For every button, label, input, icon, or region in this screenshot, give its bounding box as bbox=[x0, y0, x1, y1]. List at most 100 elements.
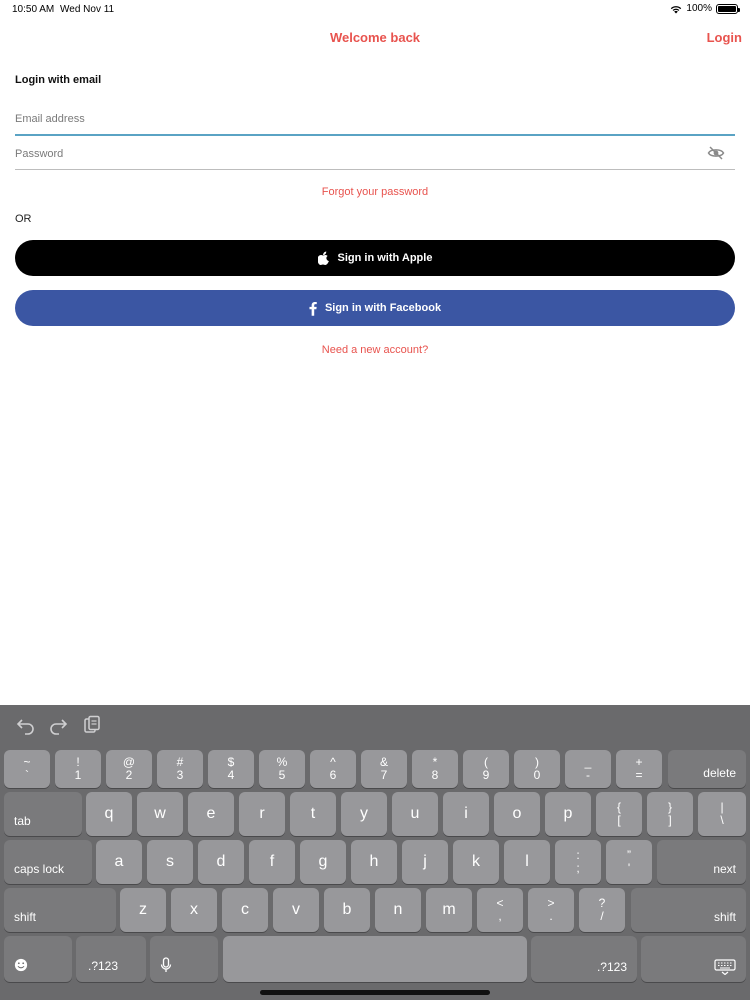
key-period[interactable]: >. bbox=[528, 888, 574, 932]
key-r[interactable]: r bbox=[239, 792, 285, 836]
right-shift-key[interactable]: shift bbox=[631, 888, 746, 932]
key-k[interactable]: k bbox=[453, 840, 499, 884]
key-quote[interactable]: ” ' bbox=[606, 840, 652, 884]
new-account-link[interactable]: Need a new account? bbox=[0, 344, 750, 356]
key-n[interactable]: n bbox=[375, 888, 421, 932]
sign-in-facebook-button[interactable]: Sign in with Facebook bbox=[15, 290, 735, 326]
left-shift-key[interactable]: shift bbox=[4, 888, 116, 932]
key-7[interactable]: & 7 bbox=[361, 750, 407, 788]
key-label: 8 bbox=[431, 768, 439, 782]
key-minus[interactable]: _ - bbox=[565, 750, 611, 788]
key-z[interactable]: z bbox=[120, 888, 166, 932]
key-4[interactable]: $4 bbox=[208, 750, 254, 788]
emoji-key[interactable] bbox=[4, 936, 72, 982]
key-label: n bbox=[393, 901, 403, 918]
key-9[interactable]: (9 bbox=[463, 750, 509, 788]
sign-in-apple-button[interactable]: Sign in with Apple bbox=[15, 240, 735, 276]
key-1[interactable]: ! 1 bbox=[55, 750, 101, 788]
key-label: z bbox=[139, 901, 147, 918]
login-button[interactable]: Login bbox=[707, 30, 742, 45]
key-label: j bbox=[423, 853, 427, 870]
key-5[interactable]: % 5 bbox=[259, 750, 305, 788]
key-slash[interactable]: ? / bbox=[579, 888, 625, 932]
key-v[interactable]: v bbox=[273, 888, 319, 932]
space-bar[interactable] bbox=[223, 936, 527, 982]
caps-lock-key[interactable]: caps lock bbox=[4, 840, 92, 884]
key-g[interactable]: g bbox=[300, 840, 346, 884]
key-label: d bbox=[216, 853, 226, 870]
key-label: p bbox=[563, 805, 573, 822]
tab-key[interactable]: tab bbox=[4, 792, 82, 836]
key-m[interactable]: m bbox=[426, 888, 472, 932]
status-date: Wed Nov 11 bbox=[60, 4, 115, 15]
key-u[interactable]: u bbox=[392, 792, 438, 836]
key-o[interactable]: o bbox=[494, 792, 540, 836]
numbers-key-right[interactable]: .?123 bbox=[531, 936, 637, 982]
numbers-key-left[interactable]: .?123 bbox=[76, 936, 146, 982]
forgot-password-link[interactable]: Forgot your password bbox=[0, 186, 750, 198]
key-label: a bbox=[114, 853, 124, 870]
shift-key-label: shift bbox=[14, 910, 37, 924]
key-f[interactable]: f bbox=[249, 840, 295, 884]
dictation-key[interactable] bbox=[150, 936, 218, 982]
key-2[interactable]: @2 bbox=[106, 750, 152, 788]
key-a[interactable]: a bbox=[96, 840, 142, 884]
tab-key-label: tab bbox=[14, 814, 31, 828]
key-comma[interactable]: <, bbox=[477, 888, 523, 932]
section-title: Login with email bbox=[15, 74, 102, 86]
key-d[interactable]: d bbox=[198, 840, 244, 884]
key-left-bracket[interactable]: {[ bbox=[596, 792, 642, 836]
key-label: , bbox=[498, 909, 502, 923]
key-l[interactable]: l bbox=[504, 840, 550, 884]
key-label: b bbox=[342, 901, 352, 918]
key-right-bracket[interactable]: }] bbox=[647, 792, 693, 836]
key-backslash[interactable]: | \ bbox=[698, 792, 746, 836]
key-c[interactable]: c bbox=[222, 888, 268, 932]
key-label: c bbox=[241, 901, 249, 918]
key-i[interactable]: i bbox=[443, 792, 489, 836]
key-label: s bbox=[166, 853, 174, 870]
key-label: 5 bbox=[278, 768, 286, 782]
key-backtick[interactable]: ~ ` bbox=[4, 750, 50, 788]
key-j[interactable]: j bbox=[402, 840, 448, 884]
wifi-icon bbox=[671, 5, 682, 13]
password-field[interactable] bbox=[15, 138, 735, 169]
key-t[interactable]: t bbox=[290, 792, 336, 836]
on-screen-keyboard: ~ ` ! 1 @2 #3 $4 % 5 ^ 6 & 7 * 8 (9 ) 0 _ - + = d… bbox=[0, 705, 750, 1000]
key-p[interactable]: p bbox=[545, 792, 591, 836]
key-6[interactable]: ^ 6 bbox=[310, 750, 356, 788]
redo-icon[interactable] bbox=[48, 715, 68, 735]
key-w[interactable]: w bbox=[137, 792, 183, 836]
key-label: l bbox=[525, 853, 529, 870]
key-x[interactable]: x bbox=[171, 888, 217, 932]
key-label: q bbox=[104, 805, 114, 822]
key-q[interactable]: q bbox=[86, 792, 132, 836]
key-s[interactable]: s bbox=[147, 840, 193, 884]
hide-password-icon[interactable] bbox=[707, 144, 725, 162]
email-field[interactable] bbox=[15, 104, 735, 134]
key-label: \ bbox=[720, 813, 724, 827]
sign-in-apple-label: Sign in with Apple bbox=[337, 252, 433, 264]
key-0[interactable]: ) 0 bbox=[514, 750, 560, 788]
key-label: o bbox=[512, 805, 522, 822]
key-y[interactable]: y bbox=[341, 792, 387, 836]
key-label: ; bbox=[576, 861, 580, 875]
key-semicolon[interactable]: :; bbox=[555, 840, 601, 884]
key-8[interactable]: * 8 bbox=[412, 750, 458, 788]
key-b[interactable]: b bbox=[324, 888, 370, 932]
home-indicator[interactable] bbox=[260, 990, 490, 995]
key-e[interactable]: e bbox=[188, 792, 234, 836]
next-key[interactable]: next bbox=[657, 840, 746, 884]
key-label: y bbox=[360, 805, 368, 822]
undo-icon[interactable] bbox=[16, 715, 36, 735]
key-equals[interactable]: + = bbox=[616, 750, 662, 788]
delete-key[interactable]: delete bbox=[668, 750, 746, 788]
paste-icon[interactable] bbox=[82, 715, 102, 735]
key-h[interactable]: h bbox=[351, 840, 397, 884]
key-3[interactable]: #3 bbox=[157, 750, 203, 788]
key-label: ] bbox=[668, 813, 672, 827]
dismiss-keyboard-key[interactable] bbox=[641, 936, 746, 982]
status-time: 10:50 AM bbox=[12, 4, 55, 15]
apple-icon bbox=[317, 251, 329, 265]
numbers-key-label: .?123 bbox=[596, 960, 627, 974]
